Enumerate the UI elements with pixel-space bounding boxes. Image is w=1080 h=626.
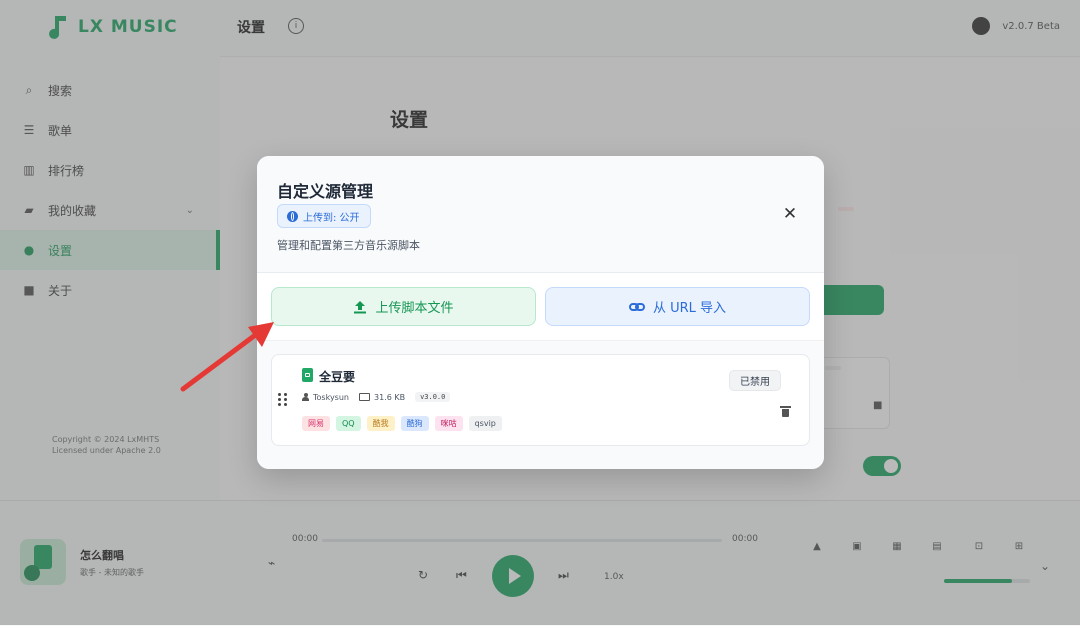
annotation-arrow <box>180 322 274 392</box>
